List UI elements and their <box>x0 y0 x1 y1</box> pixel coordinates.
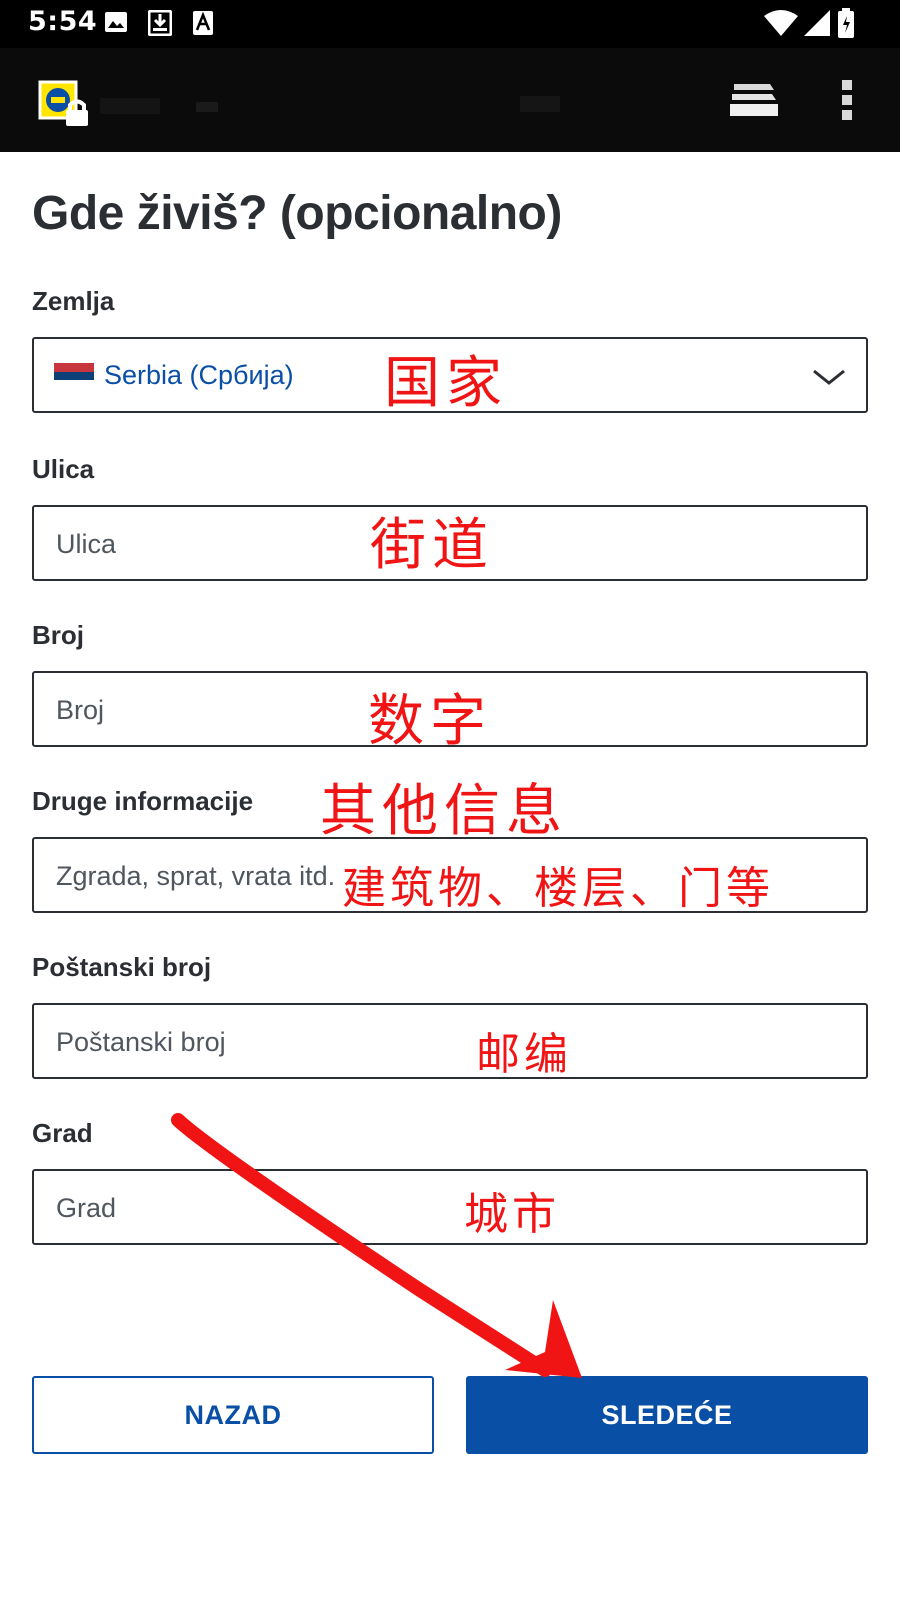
redacted-title <box>100 96 560 114</box>
image-icon <box>105 12 127 32</box>
annotation-country: 国家 <box>384 351 508 416</box>
chevron-down-icon <box>813 369 845 385</box>
wifi-icon <box>764 10 798 36</box>
page-title: Gde živiš? (opcionalno) <box>32 187 562 240</box>
overflow-menu-icon[interactable] <box>840 78 854 122</box>
annotation-postal-code: 邮编 <box>476 1029 572 1080</box>
back-button[interactable]: NAZAD <box>32 1376 434 1454</box>
postal-code-label: Poštanski broj <box>32 952 212 982</box>
postal-code-input[interactable]: Poštanski broj <box>32 1003 868 1079</box>
country-label: Zemlja <box>32 286 115 316</box>
battery-icon <box>838 8 854 38</box>
street-label: Ulica <box>32 454 95 484</box>
city-placeholder: Grad <box>56 1193 117 1223</box>
city-label: Grad <box>32 1118 93 1148</box>
font-icon <box>193 11 213 35</box>
next-button[interactable]: SLEDEĆE <box>466 1376 868 1454</box>
annotation-city: 城市 <box>464 1189 560 1240</box>
signal-icon <box>804 10 830 36</box>
lidl-lock-icon <box>38 80 88 126</box>
app-bar <box>0 48 900 152</box>
annotation-other-info-label: 其他信息 <box>320 779 568 844</box>
status-time: 5:54 <box>28 6 98 37</box>
postal-code-placeholder: Poštanski broj <box>56 1027 226 1057</box>
city-input[interactable]: Grad <box>32 1169 868 1245</box>
serbia-flag-icon <box>54 363 94 389</box>
street-placeholder: Ulica <box>56 529 117 559</box>
tabs-icon[interactable] <box>730 80 778 120</box>
annotation-number: 数字 <box>368 689 492 754</box>
annotation-street: 街道 <box>370 513 494 578</box>
country-value: Serbia (Србија) <box>104 360 294 390</box>
number-placeholder: Broj <box>56 695 105 725</box>
status-bar: 5:54 <box>0 0 900 48</box>
other-info-label: Druge informacije <box>32 786 254 816</box>
download-icon <box>148 10 172 36</box>
annotation-other-info: 建筑物、楼层、门等 <box>342 863 774 914</box>
other-info-placeholder: Zgrada, sprat, vrata itd. <box>56 861 336 891</box>
number-label: Broj <box>32 620 84 650</box>
